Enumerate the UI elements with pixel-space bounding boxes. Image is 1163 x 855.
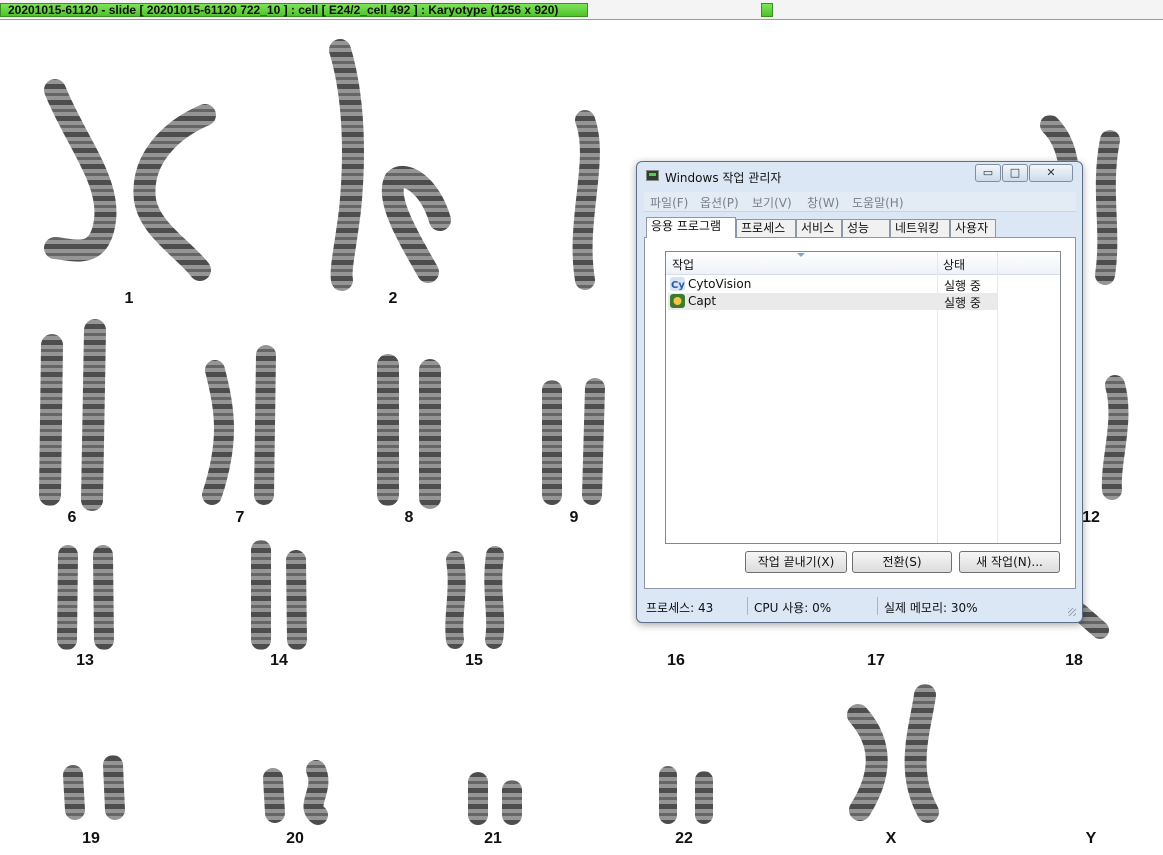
chromosome-12b <box>1101 375 1129 500</box>
chromosome-label: 9 <box>570 509 579 526</box>
status-bar: 프로세스: 43 CPU 사용: 0% 실제 메모리: 30% <box>640 595 1079 617</box>
applications-panel: 작업 상태 Cy CytoVision 실행 중 Capt 실행 중 작업 끝내… <box>644 237 1076 589</box>
task-name: Capt <box>688 294 717 308</box>
chromosome-2a <box>329 39 364 291</box>
physical-memory: 실제 메모리: 30% <box>884 601 978 615</box>
list-header: 작업 상태 <box>666 252 1060 275</box>
tab-users[interactable]: 사용자 <box>950 219 996 237</box>
chromosome-label: 15 <box>465 652 483 669</box>
chromosome-x-b <box>904 684 939 823</box>
chromosome-label: 1 <box>125 290 134 307</box>
menu-bar: 파일(F) 옵션(P) 보기(V) 창(W) 도움말(H) <box>644 192 1076 212</box>
column-divider <box>997 252 998 543</box>
resize-grip-icon[interactable] <box>1068 608 1076 616</box>
task-list[interactable]: 작업 상태 Cy CytoVision 실행 중 Capt 실행 중 <box>665 251 1061 544</box>
chromosome-label: 21 <box>484 830 502 847</box>
switch-button[interactable]: 전환(S) <box>852 551 952 573</box>
column-task[interactable]: 작업 <box>672 256 694 273</box>
chromosome-label: 7 <box>236 509 245 526</box>
cytovision-icon: Cy <box>670 277 685 291</box>
chromosome-label: Y <box>1086 830 1097 847</box>
chromosome-label: X <box>886 830 897 847</box>
chromosome-label: 8 <box>405 509 414 526</box>
app-title: 20201015-61120 - slide [ 20201015-61120 … <box>8 3 559 17</box>
sort-arrow-icon <box>797 253 805 257</box>
chromosome-1b <box>133 104 216 281</box>
capt-icon <box>670 294 685 308</box>
chromosome-9b <box>582 378 605 505</box>
chromosome-13b <box>93 545 114 650</box>
chromosome-13a <box>57 545 78 650</box>
chromosome-7b <box>254 345 276 505</box>
close-button[interactable]: ✕ <box>1029 164 1073 182</box>
menu-window[interactable]: 창(W) <box>807 194 839 211</box>
chromosome-x-a <box>847 704 888 821</box>
column-status[interactable]: 상태 <box>943 256 965 273</box>
tab-networking[interactable]: 네트워킹 <box>890 219 950 237</box>
end-task-button[interactable]: 작업 끝내기(X) <box>745 551 847 573</box>
list-item[interactable]: Capt 실행 중 <box>668 293 997 310</box>
maximize-button[interactable]: □ <box>1002 164 1028 182</box>
tab-applications[interactable]: 응용 프로그램 <box>646 217 736 238</box>
chromosome-label: 20 <box>286 830 304 847</box>
chromosome-label: 13 <box>76 652 94 669</box>
tab-performance[interactable]: 성능 <box>842 219 890 237</box>
window-title: Windows 작업 관리자 <box>665 171 782 185</box>
chromosome-label: 14 <box>270 652 288 669</box>
chromosome-label: 19 <box>82 830 100 847</box>
chromosome-20a <box>263 768 285 823</box>
status-divider <box>747 597 748 615</box>
chromosome-2b <box>381 166 451 283</box>
chromosome-label: 22 <box>675 830 693 847</box>
tab-services[interactable]: 서비스 <box>796 219 842 237</box>
chromosome-label: 17 <box>867 652 885 669</box>
task-status: 실행 중 <box>944 296 981 310</box>
tab-processes[interactable]: 프로세스 <box>736 219 796 237</box>
chromosome-label: 2 <box>389 290 398 307</box>
task-name: CytoVision <box>688 277 752 291</box>
title-progress-segment-small <box>761 3 773 17</box>
chromosome-label: 18 <box>1065 652 1083 669</box>
menu-help[interactable]: 도움말(H) <box>852 194 904 211</box>
cpu-usage: CPU 사용: 0% <box>754 601 832 615</box>
chromosome-20b <box>303 760 329 825</box>
chromosome-19a <box>63 765 85 820</box>
chromosome-19b <box>103 755 125 820</box>
process-count: 프로세스: 43 <box>646 601 714 615</box>
menu-view[interactable]: 보기(V) <box>752 194 792 211</box>
chromosome-label: 16 <box>667 652 685 669</box>
chromosome-15b <box>484 546 505 649</box>
chromosome-3a <box>572 110 600 290</box>
task-status: 실행 중 <box>944 279 981 293</box>
list-item[interactable]: Cy CytoVision 실행 중 <box>668 276 997 293</box>
chromosome-1a <box>44 79 117 262</box>
chromosome-6a <box>39 334 63 506</box>
task-manager-window[interactable]: Windows 작업 관리자 ▭ □ ✕ 파일(F) 옵션(P) 보기(V) 창… <box>636 161 1083 623</box>
status-divider <box>877 597 878 615</box>
new-task-button[interactable]: 새 작업(N)... <box>959 551 1060 573</box>
chromosome-6b <box>81 319 106 511</box>
chromosome-label: 12 <box>1082 509 1100 526</box>
chromosome-14b <box>286 550 307 650</box>
minimize-button[interactable]: ▭ <box>975 164 1001 182</box>
chromosome-label: 6 <box>68 509 77 526</box>
app-titlebar: 20201015-61120 - slide [ 20201015-61120 … <box>0 0 1163 20</box>
tab-strip: 응용 프로그램 프로세스 서비스 성능 네트워킹 사용자 <box>644 217 1076 238</box>
menu-options[interactable]: 옵션(P) <box>700 194 739 211</box>
task-manager-icon <box>646 170 659 181</box>
menu-file[interactable]: 파일(F) <box>650 194 688 211</box>
chromosome-15a <box>445 551 466 649</box>
chromosome-7a <box>202 360 234 505</box>
svg-text:Cy: Cy <box>671 280 685 291</box>
chromosome-5b <box>1095 130 1120 285</box>
